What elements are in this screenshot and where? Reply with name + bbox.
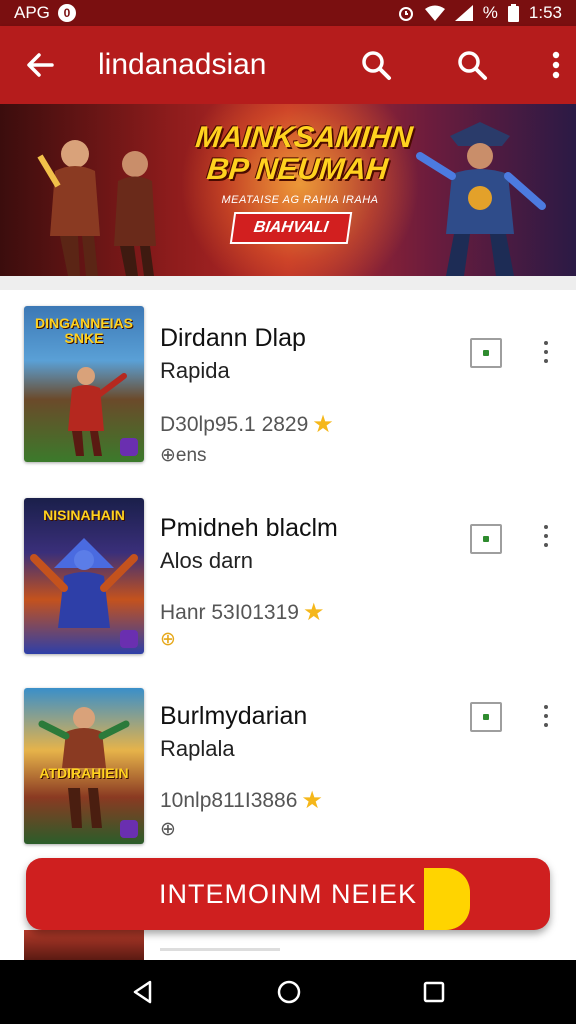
select-checkbox[interactable] [470, 338, 502, 368]
game-title: Burlmydarian [160, 702, 308, 730]
checkbox-indicator [483, 350, 489, 356]
game-extra: ⊕ens [160, 445, 207, 466]
banner-title-line1: MAINKSAMIHN [194, 121, 415, 154]
game-meta-text: 10nlp811I3886 [160, 788, 298, 812]
list-item[interactable]: NISINAHAIN Pmidneh blaclm Alos darn Hanr… [0, 498, 576, 668]
game-subtitle: Alos darn [160, 548, 253, 573]
signal-icon [454, 5, 473, 21]
banner-subtitle: MEATAISE AG RAHIA IRAHA [221, 194, 379, 206]
cta-accent-shape [424, 868, 470, 930]
game-meta-text: D30lp95.1 2829 [160, 412, 309, 436]
system-nav-bar [0, 960, 576, 1024]
cta-label: INTEMOINM NEIEK [158, 878, 417, 909]
game-thumbnail: DINGANNEIAS SNKE [24, 306, 144, 462]
next-item-text-peek [160, 948, 280, 951]
select-checkbox[interactable] [470, 702, 502, 732]
platform-badge [120, 630, 138, 648]
game-extra: ⊕ [160, 819, 176, 840]
game-meta-text: Hanr 53I01319 [160, 600, 299, 624]
search-button[interactable] [352, 41, 400, 89]
back-button[interactable] [16, 41, 64, 89]
banner-cta-button[interactable]: BIAHVALI [229, 212, 353, 244]
battery-icon [507, 4, 519, 22]
notification-chip: 0 [57, 4, 76, 22]
list-item[interactable]: ATDIRAHIEIN Burlmydarian Raplala 10nlp81… [0, 688, 576, 858]
checkbox-indicator [483, 714, 489, 720]
game-extra: ⊕ [160, 629, 176, 650]
overflow-menu-button[interactable] [544, 41, 568, 89]
search-button-secondary[interactable] [448, 41, 496, 89]
star-icon: ★ [302, 599, 325, 626]
banner-title: MAINKSAMIHN BP NEUMAH [191, 121, 415, 186]
clock: 1:53 [528, 3, 562, 22]
star-icon: ★ [301, 787, 323, 814]
item-menu-button[interactable] [534, 696, 558, 736]
nav-back-icon[interactable] [130, 979, 156, 1005]
alarm-icon [398, 7, 413, 21]
carrier-label: APG [14, 3, 50, 22]
platform-badge [120, 438, 138, 456]
app-title: lindanadsian [98, 48, 267, 81]
game-meta: 10nlp811I3886 ★ [160, 786, 323, 815]
item-menu-button[interactable] [534, 332, 558, 372]
game-title: Dirdann Dlap [160, 324, 306, 352]
banner-title-line2: BP NEUMAH [205, 153, 390, 186]
game-meta: Hanr 53I01319 ★ [160, 598, 324, 627]
promo-banner[interactable]: MAINKSAMIHN BP NEUMAH MEATAISE AG RAHIA … [0, 104, 576, 276]
app-bar: lindanadsian [0, 26, 576, 104]
star-icon: ★ [312, 411, 334, 438]
section-divider [0, 276, 576, 290]
list-item[interactable]: DINGANNEIAS SNKE Dirdann Dlap Rapida D30… [0, 306, 576, 476]
game-subtitle: Rapida [160, 358, 230, 383]
platform-badge [120, 820, 138, 838]
game-thumbnail: ATDIRAHIEIN [24, 688, 144, 844]
more-vert-icon [552, 51, 560, 79]
game-subtitle: Raplala [160, 736, 235, 761]
hero-knight-illustration [416, 122, 546, 276]
select-checkbox[interactable] [470, 524, 502, 554]
game-meta: D30lp95.1 2829 ★ [160, 410, 334, 439]
arrow-left-icon [27, 53, 54, 77]
item-menu-button[interactable] [534, 516, 558, 556]
nav-recents-icon[interactable] [422, 980, 446, 1004]
next-item-thumbnail-peek [24, 930, 144, 960]
status-bar: APG 0 % 1:53 [0, 0, 576, 26]
battery-percent: % [482, 3, 498, 22]
game-title: Pmidneh blaclm [160, 514, 338, 542]
wifi-icon [424, 5, 445, 21]
search-icon [362, 51, 391, 80]
nav-home-icon[interactable] [276, 979, 302, 1005]
primary-cta-button[interactable]: INTEMOINM NEIEK [26, 858, 550, 930]
game-thumbnail: NISINAHAIN [24, 498, 144, 654]
hero-warriors-illustration [37, 140, 156, 276]
checkbox-indicator [483, 536, 489, 542]
search-icon [458, 51, 487, 80]
